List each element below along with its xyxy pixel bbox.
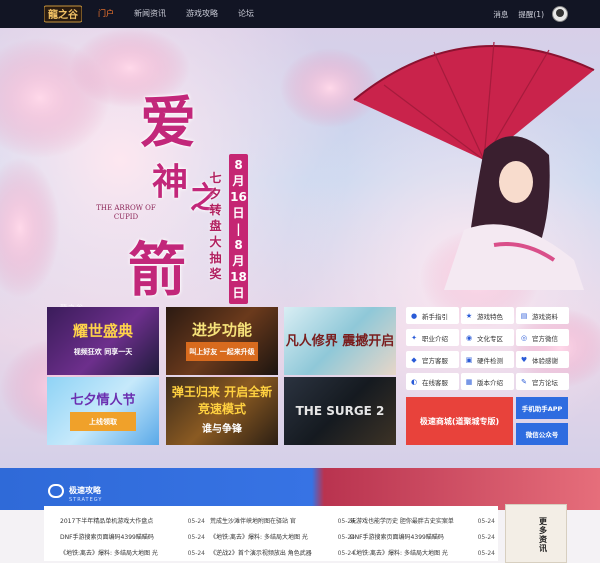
monitor-icon: ▣ <box>465 355 473 364</box>
avatar[interactable] <box>552 6 568 22</box>
tile-title: THE SURGE 2 <box>295 403 385 418</box>
tile-title: 耀世盛典 <box>72 321 133 340</box>
nav-guides[interactable]: 游戏攻略 <box>176 0 228 28</box>
user-area: 消息 提醒(1) <box>483 0 568 28</box>
nav-news[interactable]: 新闻资讯 <box>124 0 176 28</box>
date-panel: 8 月 16 日 | 8 月 18 日 <box>229 154 248 304</box>
hero-subtitle-en: THE ARROW OF CUPID <box>96 204 156 221</box>
sword-icon: ✦ <box>411 333 417 342</box>
store-button[interactable]: 极速商城(道聚城专版) <box>406 397 513 445</box>
feature-tile-3[interactable]: 凡人修界 震撼开启 <box>284 307 396 375</box>
side-link-4[interactable]: ✦ 职业介绍 <box>406 329 459 346</box>
side-link-6[interactable]: ◎ 官方微信 <box>516 329 569 346</box>
book-title: 更多资讯 <box>539 517 547 553</box>
svg-text:龍之谷: 龍之谷 <box>48 8 79 21</box>
list-item[interactable]: 《地铁:离去》爆料: 多结局大地图 光 05-24 <box>350 546 495 562</box>
feature-tile-6[interactable]: THE SURGE 2 <box>284 377 396 445</box>
messages-link[interactable]: 消息 <box>493 9 508 20</box>
top-nav-bar: 龍之谷 门户 新闻资讯 游戏攻略 论坛 消息 提醒(1) <box>0 0 600 28</box>
tile-sub: 谁与争锋 <box>202 424 242 435</box>
list-item[interactable]: 《地铁:离去》爆料: 多结局大地图 光 05-24 <box>60 546 205 562</box>
side-link-9[interactable]: ♥ 体验感谢 <box>516 351 569 368</box>
heart-icon: ♥ <box>520 355 528 364</box>
news-column-1: 2017下半年精品单机游戏大作盘点 05-24 DNF手游搜索页面编码4399瞄瞄… <box>60 514 205 562</box>
service-icon: ◆ <box>411 355 417 364</box>
strategy-heading: 极速攻略 STRATEGY <box>48 478 102 503</box>
tile-title: 进步功能 <box>191 320 252 339</box>
tile-sub: 上线领取 <box>70 411 136 431</box>
hero-title-char-4: 箭 <box>128 236 187 304</box>
reminder-link[interactable]: 提醒(1) <box>518 9 544 20</box>
feature-tile-4[interactable]: 七夕情人节 上线领取 <box>47 377 159 445</box>
nav-forum[interactable]: 论坛 <box>228 0 264 28</box>
side-link-5[interactable]: ◉ 文化专区 <box>461 329 514 346</box>
list-item[interactable]: 《逆战2》首个演示视频放出 角色武器 05-24 <box>210 546 355 562</box>
list-item[interactable]: 2017下半年精品单机游戏大作盘点 05-24 <box>60 514 205 530</box>
chat-icon: ◉ <box>465 333 473 342</box>
hero-title-char-1: 爱 <box>140 90 196 156</box>
star-icon: ★ <box>465 311 473 320</box>
strategy-title: 极速攻略 <box>69 486 101 495</box>
tile-sub: 视频狂欢 同享一天 <box>73 346 133 356</box>
side-link-3[interactable]: ▤ 游戏资料 <box>516 307 569 324</box>
news-column-3: 玩游戏也能学历史 胆你最胖古史实案单 05-24 DNF手游搜索页面编码4399瞄… <box>350 514 495 562</box>
strategy-subtitle: STRATEGY <box>69 497 103 503</box>
nav-home[interactable]: 门户 <box>88 0 124 28</box>
feature-tile-1[interactable]: 耀世盛典 视频狂欢 同享一天 <box>47 307 159 375</box>
side-link-7[interactable]: ◆ 官方客服 <box>406 351 459 368</box>
side-link-11[interactable]: ▦ 版本介绍 <box>461 373 514 390</box>
strategy-logo-icon <box>48 483 64 498</box>
tile-title: 弹王归来 开启全新竞速模式 <box>171 385 273 416</box>
news-list-panel: 2017下半年精品单机游戏大作盘点 05-24 DNF手游搜索页面编码4399瞄瞄… <box>44 506 498 561</box>
doc-icon: ▦ <box>465 377 473 386</box>
list-item[interactable]: DNF手游搜索页面编码4399瞄瞄码 05-24 <box>350 530 495 546</box>
logo-emblem-icon: 龍之谷 <box>43 5 83 23</box>
tile-title: 七夕情人节 <box>70 392 136 408</box>
feature-tile-2[interactable]: 进步功能 叫上好友 一起来升级 <box>166 307 278 375</box>
wechat-account-button[interactable]: 微信公众号 <box>516 423 568 445</box>
book-icon: ▤ <box>520 311 528 320</box>
list-item[interactable]: 玩游戏也能学历史 胆你最胖古史实案单 05-24 <box>350 514 495 530</box>
more-news-book[interactable]: 更多资讯 <box>505 504 567 563</box>
feature-tile-5[interactable]: 弹王归来 开启全新竞速模式 谁与争锋 <box>166 377 278 445</box>
headset-icon: ◐ <box>410 377 418 386</box>
tile-title: 凡人修界 震撼开启 <box>285 333 395 349</box>
tile-sub: 叫上好友 一起来升级 <box>186 341 258 361</box>
side-link-12[interactable]: ✎ 官方论坛 <box>516 373 569 390</box>
wechat-icon: ◎ <box>520 333 528 342</box>
list-item[interactable]: 《地铁:离去》爆料: 多结局大地图 光 05-24 <box>210 530 355 546</box>
side-link-10[interactable]: ◐ 在线客服 <box>406 373 459 390</box>
site-logo[interactable]: 龍之谷 <box>43 4 83 24</box>
side-link-8[interactable]: ▣ 硬件检测 <box>461 351 514 368</box>
user-icon: ● <box>410 311 418 320</box>
app-button[interactable]: 手机助手APP <box>516 397 568 419</box>
lottery-panel: 七 夕 转 盘 大 抽 奖 <box>209 171 222 281</box>
side-link-2[interactable]: ★ 游戏特色 <box>461 307 514 324</box>
list-item[interactable]: 荒成生沙滩伴峡地附图在驿站 官 05-24 <box>210 514 355 530</box>
hero-title-char-2: 神 <box>152 161 189 203</box>
main-nav: 门户 新闻资讯 游戏攻略 论坛 <box>88 0 264 28</box>
umbrella-illustration <box>344 30 600 294</box>
news-column-2: 荒成生沙滩伴峡地附图在驿站 官 05-24 《地铁:离去》爆料: 多结局大地图 光… <box>210 514 355 562</box>
list-item[interactable]: DNF手游搜索页面编码4399瞄瞄码 05-24 <box>60 530 205 546</box>
side-link-1[interactable]: ● 新手指引 <box>406 307 459 324</box>
forum-icon: ✎ <box>521 377 527 386</box>
